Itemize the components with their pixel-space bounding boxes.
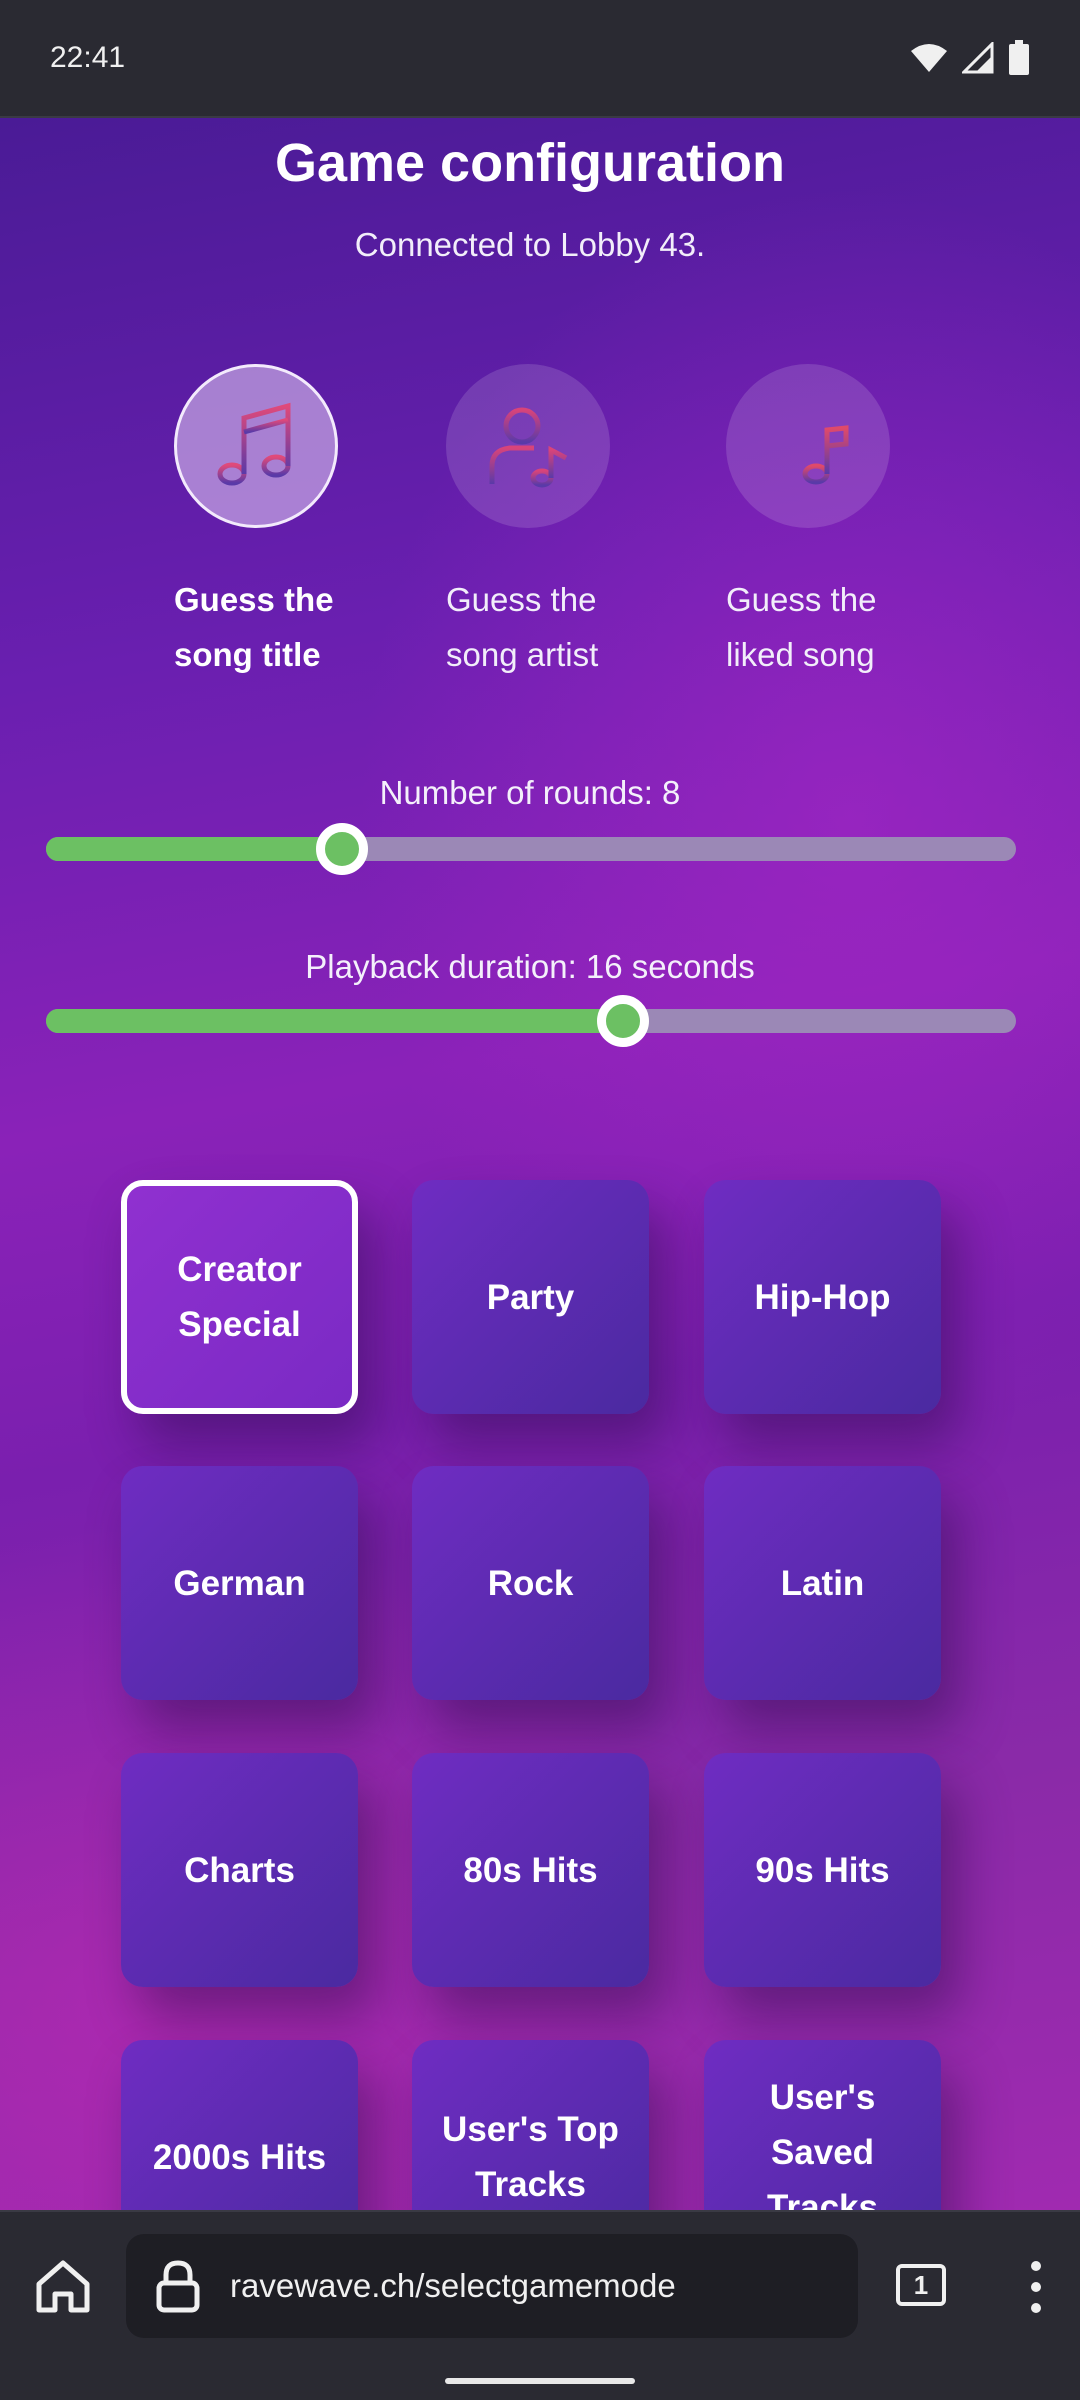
duration-slider-thumb[interactable] (597, 995, 650, 1047)
status-bar: 22:41 (0, 0, 1080, 118)
address-bar[interactable]: ravewave.ch/selectgamemode (126, 2234, 858, 2338)
rounds-slider-fill (46, 837, 342, 861)
playlist-tile-hip-hop[interactable]: Hip-Hop (704, 1180, 941, 1414)
battery-icon (1009, 40, 1029, 75)
mode-guess-liked-song[interactable]: Guess the liked song (726, 364, 956, 682)
playlist-tile-latin[interactable]: Latin (704, 1466, 941, 1700)
wifi-icon (911, 44, 947, 72)
cell-signal-icon (962, 42, 994, 74)
gesture-navigation-bar[interactable] (445, 2378, 635, 2384)
duration-slider-fill (46, 1009, 624, 1033)
playlist-tile-german[interactable]: German (121, 1466, 358, 1700)
playlist-tile-users-saved-tracks[interactable]: User's Saved Tracks (704, 2040, 941, 2210)
mode-guess-song-title[interactable]: Guess the song title (174, 364, 404, 682)
rounds-slider-thumb[interactable] (315, 823, 368, 875)
playlist-tile-rock[interactable]: Rock (412, 1466, 649, 1700)
playlist-tile-users-top-tracks[interactable]: User's Top Tracks (412, 2040, 649, 2210)
playlist-tile-creator-special[interactable]: Creator Special (121, 1180, 358, 1414)
home-icon (36, 2260, 90, 2313)
mode-label: Guess the song title (174, 581, 334, 673)
browser-menu-button[interactable] (1022, 2260, 1050, 2319)
playlist-tile-party[interactable]: Party (412, 1180, 649, 1414)
lock-icon (156, 2260, 200, 2313)
more-vert-icon (1031, 2261, 1041, 2313)
home-button[interactable] (34, 2258, 92, 2319)
tab-switcher-button[interactable]: 1 (896, 2264, 946, 2306)
playlist-tile-80s-hits[interactable]: 80s Hits (412, 1753, 649, 1987)
playlist-icon (768, 407, 849, 485)
duration-slider-label: Playback duration: 16 seconds (305, 948, 755, 985)
status-icons (910, 40, 1030, 76)
mode-icon-circle[interactable] (446, 364, 610, 528)
rounds-slider-label: Number of rounds: 8 (379, 774, 681, 811)
mode-icon-circle[interactable] (726, 364, 890, 528)
duration-slider[interactable] (46, 995, 1016, 1047)
status-time: 22:41 (50, 41, 126, 74)
mode-guess-song-artist[interactable]: Guess the song artist (446, 364, 676, 682)
artist-icon (489, 407, 568, 488)
music-note-icon (217, 402, 291, 486)
game-configuration-page: Game configuration Connected to Lobby 43… (0, 118, 1080, 2210)
playlist-tile-90s-hits[interactable]: 90s Hits (704, 1753, 941, 1987)
browser-toolbar: ravewave.ch/selectgamemode 1 (0, 2210, 1080, 2400)
url-text: ravewave.ch/selectgamemode (230, 2267, 676, 2304)
rounds-slider[interactable] (46, 823, 1016, 875)
lobby-status: Connected to Lobby 43. (354, 226, 706, 263)
mode-label: Guess the liked song (726, 581, 877, 673)
page-title: Game configuration (274, 133, 786, 193)
mode-icon-circle[interactable] (174, 364, 338, 528)
mode-label: Guess the song artist (446, 581, 599, 673)
playlist-tile-2000s-hits[interactable]: 2000s Hits (121, 2040, 358, 2210)
playlist-tile-charts[interactable]: Charts (121, 1753, 358, 1987)
